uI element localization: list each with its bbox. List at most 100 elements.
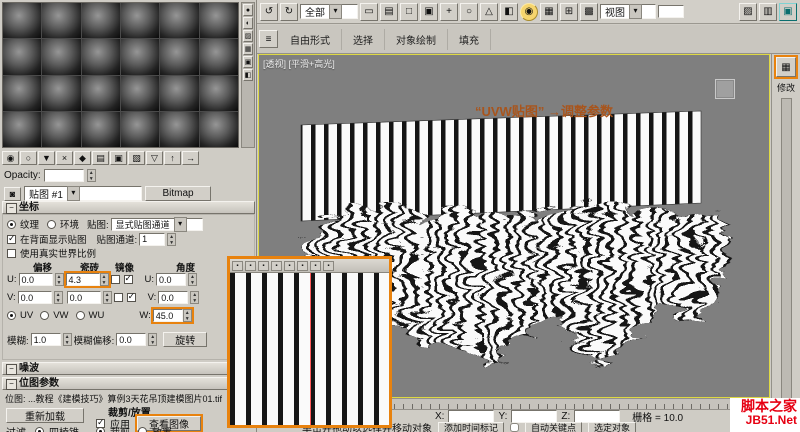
v-offset-spinner[interactable] xyxy=(53,291,63,304)
u-mirror-checkbox[interactable] xyxy=(110,275,120,284)
render-icon[interactable]: ▣ xyxy=(779,2,797,21)
uv-radio[interactable] xyxy=(7,311,16,320)
viewport-shading-label[interactable]: [透视] [平滑+高光] xyxy=(263,57,335,70)
u-offset-spinner[interactable] xyxy=(54,273,64,286)
material-slot[interactable] xyxy=(3,75,42,111)
bitmap-type-button[interactable]: Bitmap xyxy=(145,186,211,201)
tab-populate[interactable]: 填充 xyxy=(448,28,491,50)
material-slot[interactable] xyxy=(160,39,199,75)
window-crossing-icon[interactable]: ▣ xyxy=(420,2,438,21)
reset-map-icon[interactable]: × xyxy=(56,151,73,165)
selection-filter-dropdown[interactable]: 全部 xyxy=(300,4,358,19)
use-center-icon[interactable]: ◉ xyxy=(520,2,538,21)
show-end-result-icon[interactable]: ▽ xyxy=(146,151,163,165)
uvw-map-modifier-icon[interactable]: ▦ xyxy=(774,55,798,79)
v-tiling-field[interactable]: 0.0 xyxy=(66,291,101,304)
wu-radio[interactable] xyxy=(75,311,85,320)
material-slot[interactable] xyxy=(160,111,199,147)
bitmap-stripe-preview[interactable] xyxy=(230,273,389,425)
material-id-icon[interactable]: ▣ xyxy=(110,151,127,165)
material-slot[interactable] xyxy=(120,39,160,75)
options-icon[interactable]: ◧ xyxy=(243,69,253,81)
u-tile-checkbox[interactable] xyxy=(123,273,133,284)
v-mirror-checkbox[interactable] xyxy=(113,293,123,302)
u-angle-spinner[interactable] xyxy=(188,273,197,286)
blur-offset-spinner[interactable] xyxy=(148,333,158,346)
rollout-bitmap-params[interactable]: 位图参数 xyxy=(2,377,255,390)
material-slot[interactable] xyxy=(199,111,238,147)
material-slot[interactable] xyxy=(42,75,81,111)
add-time-tag-button[interactable]: 添加时间标记 xyxy=(438,421,505,432)
viewer-alpha-channel-icon[interactable]: ▪ xyxy=(297,260,308,271)
map-channel-field[interactable]: 1 xyxy=(139,232,166,246)
material-slot[interactable] xyxy=(81,111,120,147)
v-tiling-spinner[interactable] xyxy=(102,291,112,304)
snap-toggle-icon[interactable]: ◧ xyxy=(500,2,518,21)
u-angle-field[interactable]: 0.0 xyxy=(156,273,186,286)
selected-objects-button[interactable]: 选定对象 xyxy=(588,421,637,432)
render-setup-icon[interactable]: ▥ xyxy=(759,2,777,21)
texture-radio[interactable] xyxy=(7,219,16,229)
viewer-mono-icon[interactable]: ▪ xyxy=(310,260,321,271)
put-to-library-icon[interactable]: ▤ xyxy=(92,151,109,165)
ribbon-menu-icon[interactable]: ≡ xyxy=(259,30,278,48)
map-type-icon[interactable]: ◙ xyxy=(4,186,21,201)
redo-icon[interactable]: ↻ xyxy=(280,2,298,21)
v-angle-spinner[interactable] xyxy=(190,291,200,304)
viewer-red-channel-icon[interactable]: ▪ xyxy=(258,260,269,271)
environment-radio[interactable] xyxy=(47,219,57,229)
rotate-button[interactable]: 旋转 xyxy=(163,332,208,347)
mirror-icon[interactable]: ▦ xyxy=(540,2,558,21)
material-slot[interactable] xyxy=(120,75,160,111)
material-slot[interactable] xyxy=(81,75,120,111)
move-icon[interactable]: + xyxy=(440,2,458,21)
array-icon[interactable]: ⊞ xyxy=(560,2,578,21)
video-color-check-icon[interactable]: ▣ xyxy=(243,56,253,68)
put-material-icon[interactable]: ○ xyxy=(20,151,37,165)
viewer-save-icon[interactable]: ▪ xyxy=(232,260,243,271)
material-slot[interactable] xyxy=(3,111,42,147)
go-to-parent-icon[interactable]: ↑ xyxy=(164,151,181,165)
v-tile-checkbox[interactable] xyxy=(126,291,136,302)
blur-field[interactable]: 1.0 xyxy=(30,333,61,346)
opacity-field[interactable] xyxy=(43,169,84,182)
select-by-name-icon[interactable]: ▤ xyxy=(380,2,398,21)
backlight-icon[interactable]: ◐ xyxy=(243,17,253,29)
u-offset-field[interactable]: 0.0 xyxy=(18,273,53,286)
background-icon[interactable]: ▨ xyxy=(243,30,253,42)
assign-material-icon[interactable]: ▼ xyxy=(38,151,55,165)
material-slot[interactable] xyxy=(42,3,81,39)
scale-icon[interactable]: △ xyxy=(480,2,498,21)
panel-scrollbar[interactable] xyxy=(780,98,792,428)
viewcube[interactable] xyxy=(715,79,735,99)
align-icon[interactable]: ▩ xyxy=(580,2,598,21)
map-mode-dropdown[interactable]: 显式贴图通道 xyxy=(110,217,203,231)
material-editor-icon[interactable]: ▨ xyxy=(739,2,757,21)
set-key-icon[interactable] xyxy=(510,422,520,432)
real-world-checkbox[interactable] xyxy=(7,248,16,258)
w-angle-spinner[interactable] xyxy=(182,309,192,322)
show-map-in-viewport-icon[interactable]: ▧ xyxy=(128,151,145,165)
tab-freeform[interactable]: 自由形式 xyxy=(279,28,342,50)
reload-button[interactable]: 重新加载 xyxy=(6,408,84,423)
material-slot[interactable] xyxy=(42,111,81,147)
sample-type-icon[interactable]: ● xyxy=(243,4,253,16)
material-slot[interactable] xyxy=(3,39,42,75)
material-slot[interactable] xyxy=(199,75,238,111)
vw-radio[interactable] xyxy=(40,311,50,320)
place-radio[interactable] xyxy=(138,427,147,432)
show-on-back-checkbox[interactable] xyxy=(7,233,16,244)
map-name-dropdown[interactable]: 贴图 #1 xyxy=(24,186,142,201)
select-object-icon[interactable]: ▭ xyxy=(360,2,378,21)
material-slot[interactable] xyxy=(199,3,238,39)
rotate-icon[interactable]: ○ xyxy=(460,2,478,21)
blur-offset-field[interactable]: 0.0 xyxy=(116,333,147,346)
u-tiling-spinner[interactable] xyxy=(99,273,109,286)
blur-spinner[interactable] xyxy=(62,333,72,346)
crop-radio[interactable] xyxy=(96,427,105,432)
make-unique-icon[interactable]: ◆ xyxy=(74,151,91,165)
viewer-blue-channel-icon[interactable]: ▪ xyxy=(284,260,295,271)
material-slot[interactable] xyxy=(160,75,199,111)
tab-object-paint[interactable]: 对象绘制 xyxy=(385,28,448,50)
tab-selection[interactable]: 选择 xyxy=(342,28,385,50)
